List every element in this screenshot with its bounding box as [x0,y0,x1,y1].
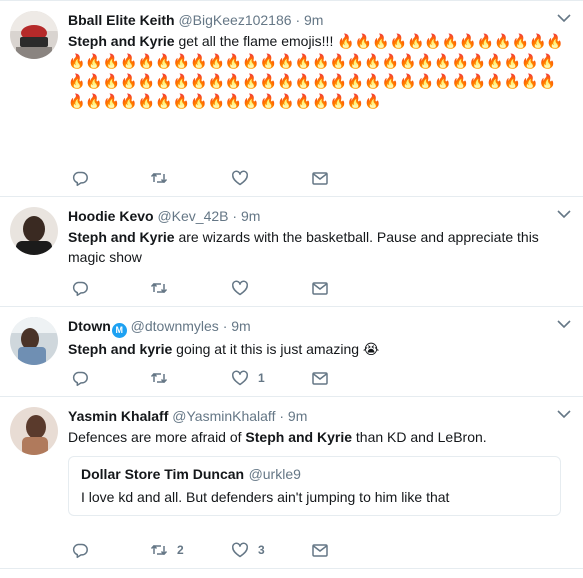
tweet-header: Yasmin Khalaff @YasminKhalaff · 9m [68,407,569,426]
dm-button[interactable] [311,279,329,297]
display-name[interactable]: Bball Elite Keith [68,12,175,28]
bold-text[interactable]: Steph and kyrie [68,341,172,357]
quoted-display-name[interactable]: Dollar Store Tim Duncan [81,466,244,482]
retweet-icon [150,373,168,383]
like-count: 3 [258,543,265,557]
reply-icon [72,543,88,559]
reply-button[interactable] [71,169,98,187]
body-text-pre: Defences are more afraid of [68,429,246,445]
dm-button[interactable] [311,169,329,187]
avatar[interactable] [10,317,58,365]
tweet-actions: 2 3 [68,531,569,569]
separator: · [295,12,301,28]
tweet-header: Bball Elite Keith @BigKeez102186 · 9m [68,11,569,30]
retweet-button[interactable] [150,369,177,387]
crying-emoji: 😭 [362,341,380,357]
tweet-actions: 1 [68,359,569,397]
tweet[interactable]: Bball Elite Keith @BigKeez102186 · 9m St… [0,1,583,197]
avatar[interactable] [10,207,58,255]
caret-down-icon[interactable] [557,319,571,329]
tweet-actions [68,269,569,307]
body-text: than KD and LeBron. [352,429,487,445]
body-text: get all the flame emojis!!! [174,33,338,49]
tweet-text: Steph and Kyrie are wizards with the bas… [68,227,569,267]
reply-icon [72,281,88,297]
avatar[interactable] [10,407,58,455]
reply-button[interactable] [71,541,98,559]
retweet-button[interactable]: 2 [150,541,184,559]
display-name[interactable]: Yasmin Khalaff [68,408,168,424]
separator: · [232,208,238,224]
retweet-icon [150,283,168,293]
quoted-text: I love kd and all. But defenders ain't j… [81,489,450,505]
timestamp[interactable]: 9m [304,12,323,28]
separator: · [279,408,285,424]
like-button[interactable] [231,279,258,297]
separator: · [222,318,228,334]
dm-icon [312,282,328,295]
tweet-header: Hoodie Kevo @Kev_42B · 9m [68,207,569,226]
tweet[interactable]: Hoodie Kevo @Kev_42B · 9m Steph and Kyri… [0,197,583,307]
display-name[interactable]: Dtown [68,318,111,334]
dm-icon [312,544,328,557]
caret-down-icon[interactable] [557,13,571,23]
retweet-icon [150,173,168,183]
timestamp[interactable]: 9m [288,408,307,424]
tweet[interactable]: Dtown M @dtownmyles · 9m Steph and kyrie … [0,307,583,397]
bold-text[interactable]: Steph and Kyrie [68,33,175,49]
dm-button[interactable] [311,369,329,387]
timestamp[interactable]: 9m [231,318,250,334]
tweet-actions [68,159,569,197]
retweet-button[interactable] [150,279,177,297]
tweet-text: Steph and Kyrie get all the flame emojis… [68,31,569,111]
tweet-feed: Bball Elite Keith @BigKeez102186 · 9m St… [0,0,583,569]
like-button[interactable]: 1 [231,369,265,387]
bold-text[interactable]: Steph and Kyrie [68,229,175,245]
retweet-button[interactable] [150,169,177,187]
like-icon [232,170,248,186]
username[interactable]: @dtownmyles [131,318,219,334]
tweet[interactable]: Yasmin Khalaff @YasminKhalaff · 9m Defen… [0,397,583,569]
like-button[interactable] [231,169,258,187]
tweet-header: Dtown M @dtownmyles · 9m [68,317,569,338]
tweet-text: Steph and kyrie going at it this is just… [68,339,569,359]
username[interactable]: @BigKeez102186 [178,12,291,28]
quoted-tweet[interactable]: Dollar Store Tim Duncan @urkle9 I love k… [68,456,561,516]
like-icon [232,370,248,386]
username[interactable]: @YasminKhalaff [172,408,275,424]
quoted-username[interactable]: @urkle9 [249,466,301,482]
timestamp[interactable]: 9m [241,208,260,224]
caret-down-icon[interactable] [557,209,571,219]
reply-icon [72,371,88,387]
caret-down-icon[interactable] [557,409,571,419]
tweet-text: Defences are more afraid of Steph and Ky… [68,427,569,447]
username[interactable]: @Kev_42B [157,208,228,224]
dm-button[interactable] [311,541,329,559]
reply-icon [72,171,88,187]
badge-icon: M [111,323,127,338]
display-name[interactable]: Hoodie Kevo [68,208,154,224]
body-text: going at it this is just amazing [172,341,363,357]
bold-text[interactable]: Steph and Kyrie [245,429,352,445]
retweet-count: 2 [177,543,184,557]
dm-icon [312,172,328,185]
like-button[interactable]: 3 [231,541,265,559]
retweet-icon [150,545,168,555]
reply-button[interactable] [71,369,98,387]
dm-icon [312,372,328,385]
like-icon [232,280,248,296]
reply-button[interactable] [71,279,98,297]
like-icon [232,542,248,558]
avatar[interactable] [10,11,58,59]
like-count: 1 [258,371,265,385]
